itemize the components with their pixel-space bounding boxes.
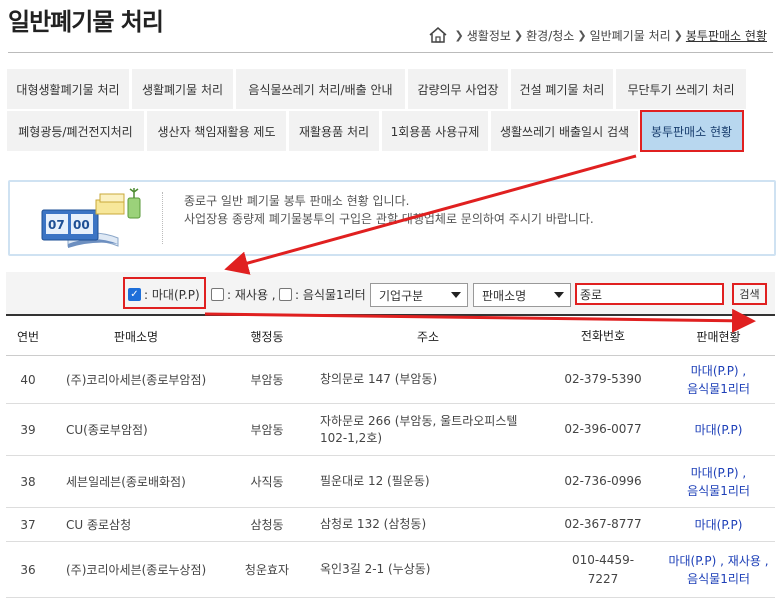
- table-header: 연번 판매소명 행정동 주소 전화번호 판매현황: [6, 318, 775, 356]
- table-row: 40 (주)코리아세븐(종로부암점) 부암동 창의문로 147 (부암동) 02…: [6, 356, 775, 404]
- cell-status[interactable]: 마대(P.P): [662, 421, 775, 439]
- table-row: 38 세븐일레븐(종로배화점) 사직동 필운대로 12 (필운동) 02-736…: [6, 456, 775, 508]
- checkbox-checked-icon[interactable]: ✓: [128, 288, 141, 301]
- column-header: 판매소명: [113, 330, 159, 344]
- chevron-right-icon: ❯: [513, 28, 524, 42]
- home-icon[interactable]: [428, 26, 448, 44]
- cell-dong: 부암동: [250, 373, 284, 387]
- cell-address: 삼청로 132 (삼청동): [320, 517, 427, 531]
- checkbox-reuse[interactable]: : 재사용 ,: [211, 286, 276, 303]
- cell-no: 38: [20, 474, 36, 489]
- column-header: 행정동: [250, 330, 284, 344]
- cell-no: 37: [20, 517, 36, 532]
- cell-name: (주)코리아세븐(종로부암점): [66, 373, 207, 387]
- tab-disposal-schedule[interactable]: 생활쓰레기 배출일시 검색: [490, 110, 640, 152]
- table-row: 39 CU(종로부암점) 부암동 자하문로 266 (부암동, 울트라오피스텔1…: [6, 404, 775, 456]
- cell-dong: 청운효자: [244, 563, 290, 577]
- cell-name: (주)코리아세븐(종로누상점): [66, 563, 207, 577]
- tab-row: 폐형광등/폐건전지처리 생산자 책임재활용 제도 재활용품 처리 1회용품 사용…: [6, 110, 774, 152]
- cell-address: 창의문로 147 (부암동): [320, 372, 438, 386]
- title-divider: [8, 52, 773, 53]
- vendor-table: 연번 판매소명 행정동 주소 전화번호 판매현황 40 (주)코리아세븐(종로부…: [6, 318, 775, 598]
- checkbox-label: : 마대(P.P): [144, 288, 200, 302]
- tab-lamp-battery[interactable]: 폐형광등/폐건전지처리: [6, 110, 146, 152]
- illus-digit: 07: [48, 218, 65, 232]
- cell-no: 39: [20, 422, 36, 437]
- tab-illegal-dumping[interactable]: 무단투기 쓰레기 처리: [615, 68, 748, 110]
- cell-address: 자하문로 266 (부암동, 울트라오피스텔102-1,2호): [320, 413, 518, 445]
- info-box: 07 00 종로구 일반 폐기물 봉투 판매소 현황 입니다. 사업장용 종량제…: [8, 180, 776, 256]
- info-line: 종로구 일반 폐기물 봉투 판매소 현황 입니다.: [184, 194, 410, 208]
- cell-no: 40: [20, 372, 36, 387]
- checkbox-label: : 재사용 ,: [227, 288, 276, 302]
- cell-name: CU(종로부암점): [66, 423, 148, 437]
- cell-no: 36: [20, 562, 36, 577]
- cell-phone: 010-4459- 7227: [571, 552, 635, 586]
- illus-digit: 00: [73, 218, 90, 232]
- column-header: 전화번호: [580, 329, 626, 343]
- tab-row: 대형생활폐기물 처리 생활폐기물 처리 음식물쓰레기 처리/배출 안내 감량의무…: [6, 68, 774, 110]
- cell-address: 필운대로 12 (필운동): [320, 474, 430, 488]
- info-line: 사업장용 종량제 폐기물봉투의 구입은 관할 대행업체로 문의하여 주시기 바랍…: [184, 212, 594, 226]
- tab-food-waste[interactable]: 음식물쓰레기 처리/배출 안내: [235, 68, 407, 110]
- tab-construction-waste[interactable]: 건설 폐기물 처리: [510, 68, 615, 110]
- tab-reduction-business[interactable]: 감량의무 사업장: [407, 68, 510, 110]
- breadcrumb: ❯ 생활정보 ❯ 환경/청소 ❯ 일반폐기물 처리 ❯ 봉투판매소 현황: [428, 26, 767, 44]
- cell-dong: 사직동: [250, 475, 284, 489]
- checkbox-label: : 음식물1리터: [295, 288, 366, 302]
- select-value: 기업구분: [379, 288, 424, 303]
- chevron-right-icon: ❯: [454, 28, 464, 42]
- column-header: 주소: [416, 330, 440, 344]
- tab-bulky-waste[interactable]: 대형생활폐기물 처리: [6, 68, 131, 110]
- column-header: 판매현황: [696, 329, 741, 344]
- info-divider: [162, 192, 163, 244]
- chevron-down-icon: [451, 292, 461, 298]
- checkbox-madae[interactable]: ✓ : 마대(P.P): [128, 286, 200, 303]
- chevron-down-icon: [554, 292, 564, 298]
- page-title: 일반폐기물 처리: [8, 8, 164, 36]
- filter-bar: ✓ : 마대(P.P) : 재사용 , : 음식물1리터 기업구분 판매소명 종…: [6, 272, 775, 316]
- tab-menu: 대형생활폐기물 처리 생활폐기물 처리 음식물쓰레기 처리/배출 안내 감량의무…: [6, 68, 774, 152]
- tab-producer-recycling[interactable]: 생산자 책임재활용 제도: [146, 110, 288, 152]
- cell-dong: 삼청동: [250, 518, 284, 532]
- cell-phone: 02-379-5390: [564, 372, 642, 386]
- column-header: 연번: [16, 330, 40, 344]
- cell-name: CU 종로삼청: [66, 518, 132, 532]
- breadcrumb-item[interactable]: 일반폐기물 처리: [590, 27, 671, 44]
- table-row: 37 CU 종로삼청 삼청동 삼청로 132 (삼청동) 02-367-8777…: [6, 508, 775, 542]
- cell-status[interactable]: 마대(P.P) , 음식물1리터: [662, 362, 775, 398]
- table-row: 36 (주)코리아세븐(종로누상점) 청운효자 옥인3길 2-1 (누상동) 0…: [6, 542, 775, 598]
- cell-name: 세븐일레븐(종로배화점): [66, 475, 186, 489]
- breadcrumb-item[interactable]: 생활정보: [467, 27, 511, 44]
- cell-phone: 02-396-0077: [564, 422, 642, 436]
- checkbox-food[interactable]: : 음식물1리터: [279, 286, 366, 303]
- cell-status[interactable]: 마대(P.P) , 음식물1리터: [662, 464, 775, 500]
- cell-address: 옥인3길 2-1 (누상동): [320, 562, 431, 576]
- tab-disposables[interactable]: 1회용품 사용규제: [381, 110, 490, 152]
- tab-bag-vendors[interactable]: 봉투판매소 현황: [640, 110, 744, 152]
- search-input[interactable]: 종로: [575, 283, 724, 305]
- tab-household-waste[interactable]: 생활폐기물 처리: [131, 68, 235, 110]
- checkbox-empty-icon[interactable]: [279, 288, 292, 301]
- cell-dong: 부암동: [250, 423, 284, 437]
- search-field-select[interactable]: 판매소명: [473, 283, 571, 307]
- tab-recyclables[interactable]: 재활용품 처리: [288, 110, 381, 152]
- breadcrumb-item[interactable]: 환경/청소: [526, 27, 574, 44]
- chevron-right-icon: ❯: [673, 28, 683, 42]
- search-button[interactable]: 검색: [732, 283, 767, 305]
- info-text: 종로구 일반 폐기물 봉투 판매소 현황 입니다. 사업장용 종량제 폐기물봉투…: [184, 192, 594, 228]
- select-value: 판매소명: [482, 288, 527, 303]
- breadcrumb-current[interactable]: 봉투판매소 현황: [686, 27, 767, 44]
- cell-status[interactable]: 마대(P.P): [662, 516, 775, 534]
- cell-status[interactable]: 마대(P.P) , 재사용 , 음식물1리터: [662, 552, 775, 588]
- chevron-right-icon: ❯: [577, 28, 587, 42]
- company-type-select[interactable]: 기업구분: [370, 283, 468, 307]
- checkbox-empty-icon[interactable]: [211, 288, 224, 301]
- cell-phone: 02-736-0996: [564, 474, 642, 488]
- calendar-book-icon: 07 00: [41, 188, 141, 248]
- cell-phone: 02-367-8777: [564, 517, 642, 531]
